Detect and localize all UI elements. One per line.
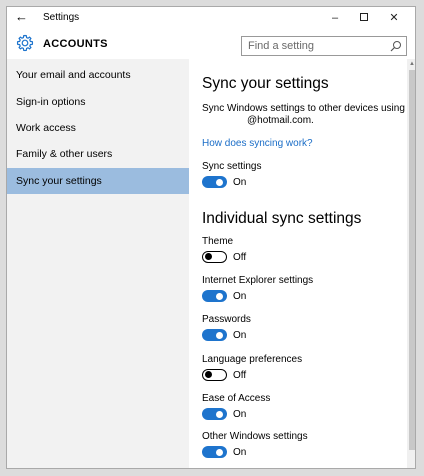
search-box[interactable] xyxy=(241,36,407,56)
toggle-knob xyxy=(216,448,223,456)
main-content: Sync your settings Sync Windows settings… xyxy=(189,59,407,468)
maximize-button[interactable] xyxy=(349,7,379,29)
toggle-knob xyxy=(205,253,212,260)
scroll-up-icon[interactable]: ▲ xyxy=(407,59,415,69)
passwords-toggle[interactable] xyxy=(202,329,227,341)
window-title: Settings xyxy=(43,12,80,23)
theme-label: Theme xyxy=(202,236,234,247)
sync-settings-label: Sync settings xyxy=(202,161,262,172)
toggle-knob xyxy=(216,292,223,300)
title-bar: ← Settings – ✕ xyxy=(7,7,415,29)
settings-window: ← Settings – ✕ ACCOUNTS Your email and a… xyxy=(6,6,416,469)
theme-toggle[interactable] xyxy=(202,251,227,263)
back-arrow-icon[interactable]: ← xyxy=(15,10,28,24)
sidebar-item-sync-settings[interactable]: Sync your settings xyxy=(7,168,189,194)
passwords-label: Passwords xyxy=(202,314,251,325)
theme-state: Off xyxy=(233,252,247,263)
sync-settings-toggle[interactable] xyxy=(202,176,227,188)
ie-settings-toggle[interactable] xyxy=(202,290,227,302)
language-preferences-label: Language preferences xyxy=(202,354,303,365)
minimize-button[interactable]: – xyxy=(320,7,350,29)
close-button[interactable]: ✕ xyxy=(379,7,409,29)
ie-settings-label: Internet Explorer settings xyxy=(202,275,314,286)
ie-settings-state: On xyxy=(233,291,247,302)
sync-settings-state: On xyxy=(233,177,247,188)
ease-of-access-state: On xyxy=(233,409,247,420)
passwords-state: On xyxy=(233,330,247,341)
other-windows-settings-label: Other Windows settings xyxy=(202,431,308,442)
sidebar-item-family-users[interactable]: Family & other users xyxy=(7,141,189,167)
sidebar-item-sign-in-options[interactable]: Sign-in options xyxy=(7,89,189,115)
toggle-knob xyxy=(216,410,223,418)
ease-of-access-label: Ease of Access xyxy=(202,393,271,404)
gear-icon xyxy=(16,34,34,52)
sidebar-item-work-access[interactable]: Work access xyxy=(7,115,189,141)
section-title: ACCOUNTS xyxy=(43,38,108,50)
search-input[interactable] xyxy=(242,37,382,55)
search-icon[interactable] xyxy=(390,40,402,52)
sidebar-item-email-accounts[interactable]: Your email and accounts xyxy=(7,62,189,88)
sidebar: Your email and accounts Sign-in options … xyxy=(7,59,189,468)
maximize-icon xyxy=(360,13,368,22)
other-windows-settings-toggle[interactable] xyxy=(202,446,227,458)
scroll-thumb[interactable] xyxy=(409,70,415,450)
page-title: Sync your settings xyxy=(202,75,329,92)
other-windows-settings-state: On xyxy=(233,447,247,458)
help-link[interactable]: How does syncing work? xyxy=(202,138,313,149)
toggle-knob xyxy=(216,178,223,186)
scrollbar[interactable]: ▲ xyxy=(407,59,415,468)
toggle-knob xyxy=(216,331,223,339)
description-line-1: Sync Windows settings to other devices u… xyxy=(202,103,405,114)
individual-sync-title: Individual sync settings xyxy=(202,210,362,227)
header: ACCOUNTS xyxy=(7,29,415,59)
language-preferences-state: Off xyxy=(233,370,247,381)
ease-of-access-toggle[interactable] xyxy=(202,408,227,420)
language-preferences-toggle[interactable] xyxy=(202,369,227,381)
toggle-knob xyxy=(205,371,212,378)
description-line-2: @hotmail.com. xyxy=(247,115,314,126)
